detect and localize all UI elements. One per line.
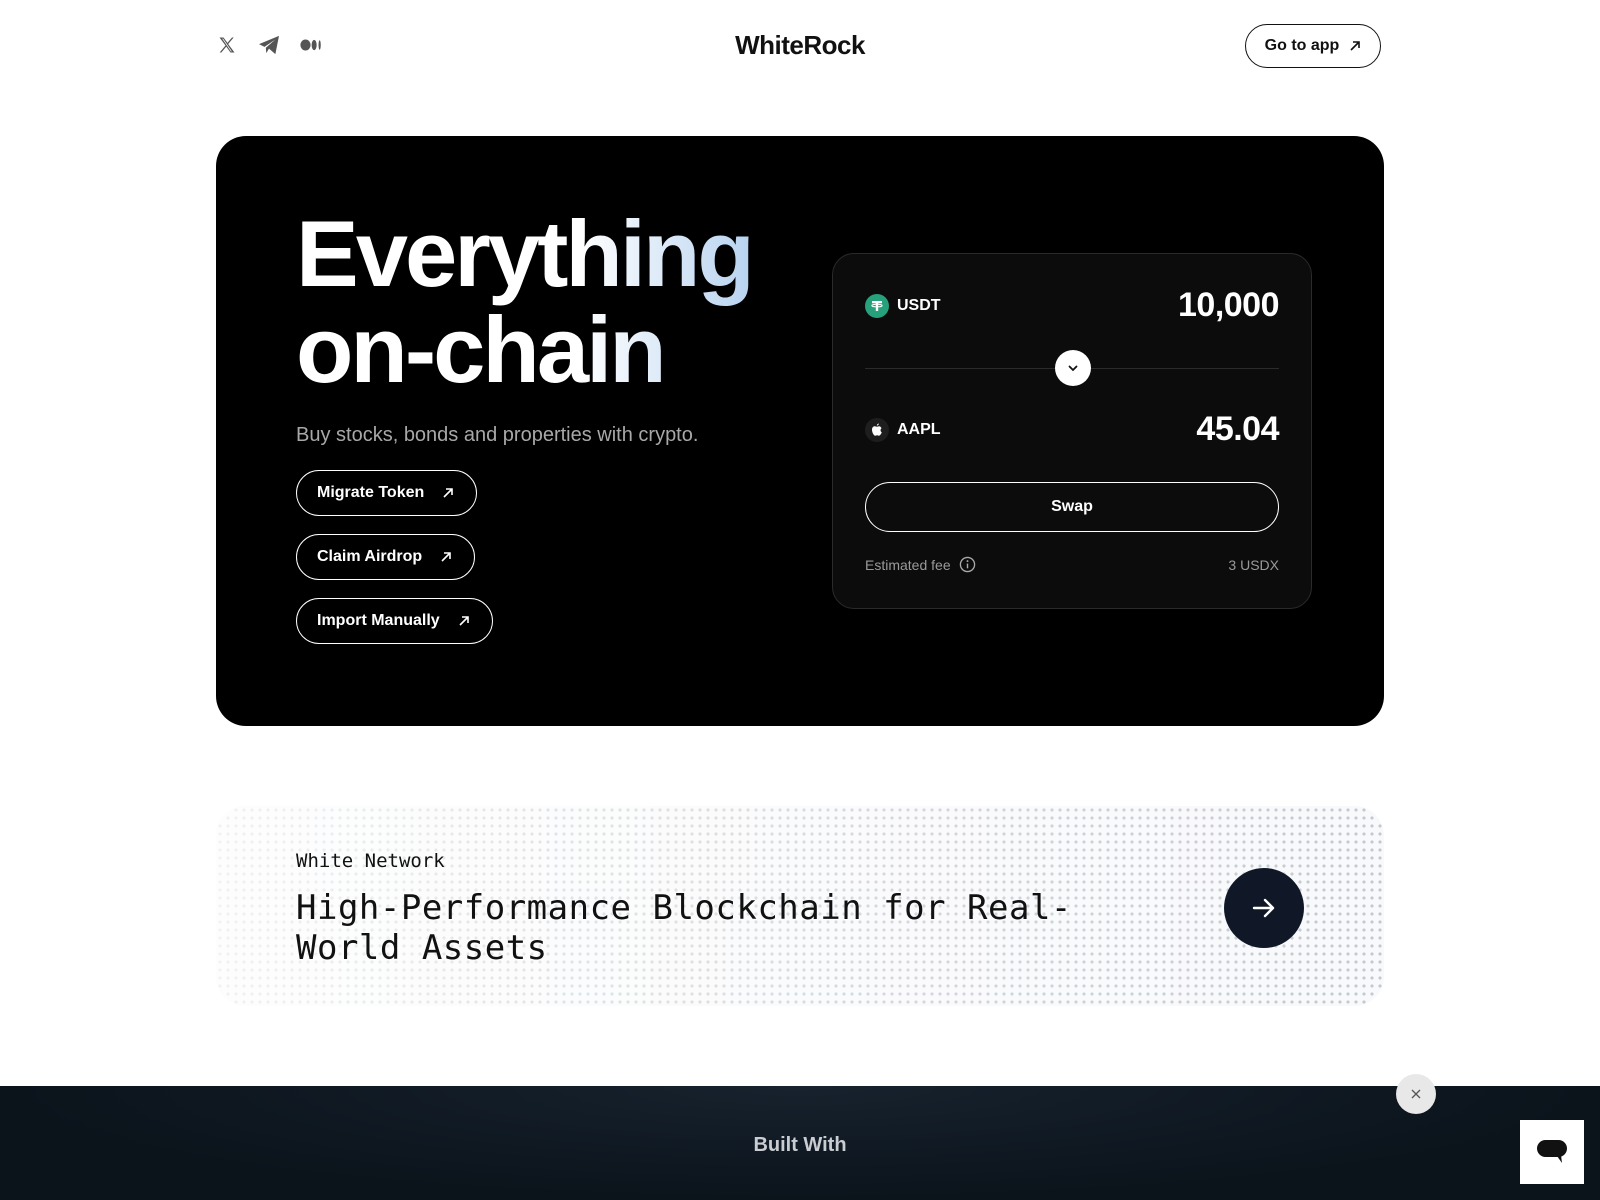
go-to-app-label: Go to app (1264, 37, 1340, 54)
apple-icon (865, 417, 889, 442)
arrow-right-icon (1252, 898, 1275, 918)
from-token-row: USDT 10,000 (865, 286, 1280, 325)
arrow-up-right-icon (441, 552, 452, 562)
close-popup-button[interactable] (1396, 1074, 1436, 1114)
chat-icon (1537, 1140, 1567, 1163)
network-title: High-Performance Blockchain for Real-Wor… (296, 888, 1072, 968)
swap-widget: USDT 10,000 AAPL 45.04 Swap Estimated fe… (832, 253, 1312, 609)
to-token-symbol: AAPL (897, 420, 941, 438)
import-manually-label: Import Manually (317, 612, 440, 629)
chevron-down-icon (1068, 365, 1078, 372)
chat-widget-button[interactable] (1520, 1120, 1584, 1184)
network-arrow-button[interactable] (1224, 868, 1304, 948)
built-with-section: Built With (0, 1086, 1600, 1200)
arrow-up-right-icon (459, 616, 469, 626)
to-token-selector[interactable]: AAPL (865, 417, 941, 442)
to-token-row: AAPL 45.04 (865, 410, 1279, 449)
migrate-token-label: Migrate Token (317, 484, 425, 501)
claim-airdrop-button[interactable]: Claim Airdrop (296, 534, 476, 580)
close-icon (1411, 1089, 1421, 1099)
white-network-banner[interactable]: White Network High-Performance Blockchai… (216, 806, 1384, 1006)
to-amount: 45.04 (1196, 410, 1279, 448)
hero-subtitle: Buy stocks, bonds and properties with cr… (296, 424, 699, 446)
headline-line-2: on-chain (296, 297, 664, 402)
hero-headline: Everything on-chain (296, 206, 752, 398)
go-to-app-button[interactable]: Go to app (1245, 24, 1381, 68)
claim-airdrop-label: Claim Airdrop (317, 548, 423, 565)
estimated-fee-label: Estimated fee (865, 556, 951, 573)
usdt-icon (865, 293, 889, 318)
estimated-fee-row: Estimated fee 3 USDX (865, 556, 1279, 573)
swap-button[interactable]: Swap (865, 482, 1279, 532)
info-icon[interactable] (959, 556, 976, 573)
estimated-fee-value: 3 USDX (1228, 556, 1279, 573)
arrow-up-right-icon (443, 488, 454, 498)
migrate-token-button[interactable]: Migrate Token (296, 470, 478, 516)
network-label: White Network (296, 850, 445, 872)
from-amount[interactable]: 10,000 (1178, 286, 1280, 325)
swap-direction-toggle[interactable] (1055, 350, 1091, 386)
import-manually-button[interactable]: Import Manually (296, 598, 493, 644)
hero-section: Everything on-chain Buy stocks, bonds an… (216, 136, 1384, 726)
from-token-symbol: USDT (897, 296, 941, 314)
headline-line-1: Everything (296, 201, 752, 306)
arrow-up-right-icon (1350, 41, 1361, 51)
built-with-title: Built With (753, 1134, 847, 1156)
from-token-selector[interactable]: USDT (865, 293, 941, 318)
